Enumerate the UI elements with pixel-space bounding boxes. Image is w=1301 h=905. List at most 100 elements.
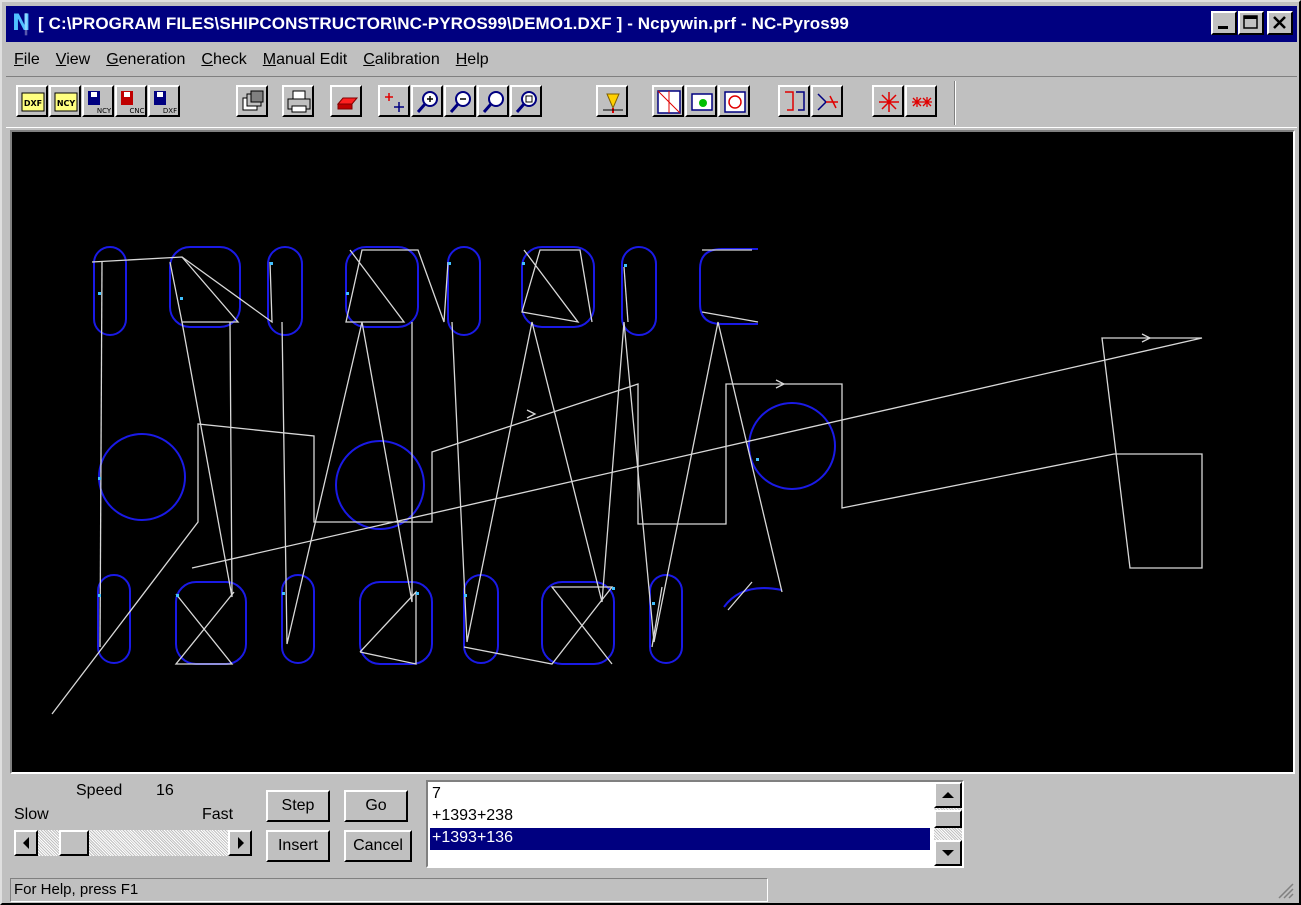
arrow-right-icon xyxy=(238,837,244,849)
app-window: N | [ C:\PROGRAM FILES\SHIPCONSTRUCTOR\N… xyxy=(0,0,1301,905)
marker-star-button[interactable] xyxy=(872,85,904,117)
speed-label: Speed xyxy=(76,782,123,799)
part-slot xyxy=(97,574,131,664)
maximize-button[interactable] xyxy=(1238,11,1264,35)
status-bar: For Help, press F1 xyxy=(6,876,1297,902)
menu-calibration[interactable]: Calibration xyxy=(355,46,448,74)
eraser-button[interactable] xyxy=(330,85,362,117)
part-slot xyxy=(649,574,683,664)
resize-grip-icon[interactable] xyxy=(1275,880,1295,900)
menu-generation[interactable]: Generation xyxy=(98,46,193,74)
print-button[interactable] xyxy=(282,85,314,117)
window-title: [ C:\PROGRAM FILES\SHIPCONSTRUCTOR\NC-PY… xyxy=(38,14,849,33)
cut-path-button[interactable] xyxy=(811,85,843,117)
part-rounded-square xyxy=(521,246,595,328)
nc-path-drawing[interactable] xyxy=(12,132,1293,772)
svg-text:CNC: CNC xyxy=(129,107,144,115)
add-point-icon xyxy=(385,93,404,112)
save-ncy-button[interactable]: NCY xyxy=(82,85,114,117)
coordinates-scrollbar[interactable] xyxy=(934,782,962,866)
ncy-file-icon: NCY xyxy=(54,92,78,112)
svg-text:NCY: NCY xyxy=(97,107,112,115)
save-disk-icon: DXF xyxy=(154,91,177,115)
toolbar: DXF NCY NCY CNC DXF xyxy=(6,76,1297,128)
printer-icon xyxy=(287,90,311,113)
app-logo-icon[interactable]: N | xyxy=(10,11,34,37)
scroll-up-arrow[interactable] xyxy=(934,782,962,808)
view-parts-button[interactable] xyxy=(652,85,684,117)
open-ncy-button[interactable]: NCY xyxy=(49,85,81,117)
save-disk-icon: NCY xyxy=(88,91,112,115)
coordinates-list[interactable]: 7 +1393+238 +1393+136 xyxy=(426,780,964,868)
menu-manual-edit[interactable]: Manual Edit xyxy=(255,46,356,74)
arrow-left-icon xyxy=(23,837,29,849)
marker-double-star-button[interactable] xyxy=(905,85,937,117)
star-marker-icon xyxy=(879,92,899,112)
mirror-button[interactable] xyxy=(778,85,810,117)
minimize-icon xyxy=(1218,26,1228,29)
zoom-out-button[interactable] xyxy=(444,85,476,117)
speed-slider[interactable] xyxy=(14,830,252,856)
scroll-down-arrow[interactable] xyxy=(934,840,962,866)
cancel-button[interactable]: Cancel xyxy=(344,830,412,862)
arrow-up-icon xyxy=(942,792,954,798)
coordinate-row[interactable]: +1393+238 xyxy=(430,806,930,828)
part-circle xyxy=(335,440,425,530)
slow-label: Slow xyxy=(14,806,49,823)
parts-grid-icon xyxy=(657,90,681,114)
zoom-in-button[interactable] xyxy=(411,85,443,117)
zoom-window-icon xyxy=(515,91,537,113)
speed-slider-thumb[interactable] xyxy=(59,830,89,856)
title-bar[interactable]: N | [ C:\PROGRAM FILES\SHIPCONSTRUCTOR\N… xyxy=(6,6,1297,42)
windows-stack-icon xyxy=(242,90,264,111)
step-button[interactable]: Step xyxy=(266,790,330,822)
insert-button[interactable]: Insert xyxy=(266,830,330,862)
minimize-button[interactable] xyxy=(1211,11,1237,35)
copy-window-button[interactable] xyxy=(236,85,268,117)
cut-path-icon xyxy=(817,93,838,111)
mirror-icon xyxy=(785,91,805,111)
open-dxf-button[interactable]: DXF xyxy=(16,85,48,117)
magnifier-icon xyxy=(482,91,504,113)
simulation-panel: Speed 16 Slow Fast Step Go Insert Cancel… xyxy=(6,776,1297,874)
point-markers xyxy=(98,262,759,605)
drawing-canvas[interactable] xyxy=(10,130,1295,774)
save-dxf-button[interactable]: DXF xyxy=(148,85,180,117)
menu-file[interactable]: File xyxy=(6,46,48,74)
save-disk-red-icon: CNC xyxy=(121,91,145,115)
menu-bar: File View Generation Check Manual Edit C… xyxy=(6,46,497,74)
part-slot xyxy=(267,246,303,336)
save-cnc-button[interactable]: CNC xyxy=(115,85,147,117)
svg-text:DXF: DXF xyxy=(24,99,42,108)
add-point-button[interactable] xyxy=(378,85,410,117)
part-slot xyxy=(447,246,481,336)
scroll-thumb[interactable] xyxy=(934,810,962,828)
coordinate-row[interactable]: +1393+136 xyxy=(430,828,930,850)
menu-help[interactable]: Help xyxy=(448,46,497,74)
toolbar-separator xyxy=(954,81,956,125)
coordinate-row[interactable]: 7 xyxy=(430,784,930,806)
svg-text:NCY: NCY xyxy=(57,99,76,108)
dxf-file-icon: DXF xyxy=(21,92,45,112)
torch-button[interactable] xyxy=(596,85,628,117)
menu-view[interactable]: View xyxy=(48,46,98,74)
part-circle xyxy=(98,433,186,521)
slider-right-arrow[interactable] xyxy=(228,830,252,856)
part-slot xyxy=(621,246,657,336)
zoom-out-icon xyxy=(449,91,471,113)
part-circle xyxy=(748,402,836,490)
status-text: For Help, press F1 xyxy=(10,878,768,902)
zoom-fit-button[interactable] xyxy=(477,85,509,117)
speed-value: 16 xyxy=(156,782,174,799)
fast-label: Fast xyxy=(202,806,234,823)
part-select-icon xyxy=(691,93,713,111)
zoom-window-button[interactable] xyxy=(510,85,542,117)
part-rounded-square xyxy=(359,581,433,665)
go-button[interactable]: Go xyxy=(344,790,408,822)
slider-left-arrow[interactable] xyxy=(14,830,38,856)
menu-check[interactable]: Check xyxy=(193,46,254,74)
svg-text:DXF: DXF xyxy=(163,107,177,115)
close-button[interactable] xyxy=(1267,11,1293,35)
view-rotate-button[interactable] xyxy=(718,85,750,117)
view-part-select-button[interactable] xyxy=(685,85,717,117)
